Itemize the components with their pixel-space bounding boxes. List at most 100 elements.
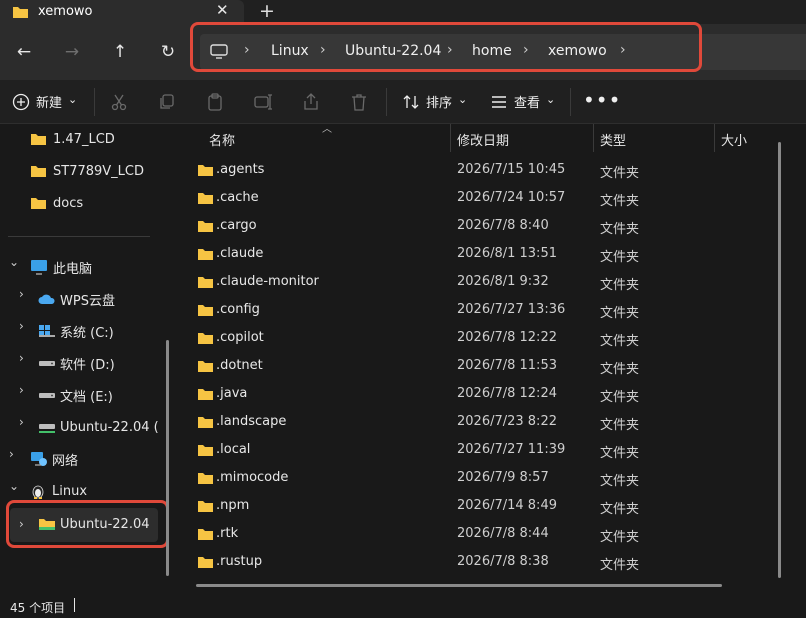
cut-icon[interactable]: [109, 92, 129, 112]
tab-strip: xemowo ✕ +: [0, 0, 806, 24]
folder-icon: [198, 361, 213, 372]
column-divider[interactable]: [593, 124, 594, 152]
delete-icon[interactable]: [349, 92, 369, 112]
sidebar-item-wps-cloud[interactable]: WPS云盘: [38, 285, 115, 313]
file-row[interactable]: .rustup 2026/7/8 8:38 文件夹: [178, 548, 778, 576]
quick-access-st7789v-lcd[interactable]: ST7789V_LCD: [30, 157, 144, 185]
file-row[interactable]: .java 2026/7/8 12:24 文件夹: [178, 380, 778, 408]
folder-icon: [198, 389, 213, 400]
sidebar-item-drive-d[interactable]: 软件 (D:): [38, 349, 115, 377]
navigation-pane: 1.47_LCD ST7789V_LCD docs ⌄ 此电脑 › WPS云盘 …: [0, 124, 178, 594]
view-button[interactable]: 查看 ⌄: [490, 92, 555, 111]
column-header-name[interactable]: 名称: [209, 130, 235, 149]
highlight-box-sidebar: [6, 500, 169, 548]
expand-chevron-icon[interactable]: ›: [19, 351, 24, 365]
sidebar-item-drive-e[interactable]: 文档 (E:): [38, 381, 113, 409]
file-name: .copilot: [216, 330, 264, 345]
sidebar-item-label: WPS云盘: [60, 293, 115, 309]
copy-icon[interactable]: [157, 92, 177, 112]
sidebar-scrollbar[interactable]: [166, 340, 169, 576]
folder-icon: [198, 277, 213, 288]
column-divider[interactable]: [714, 124, 715, 152]
file-row[interactable]: .config 2026/7/27 13:36 文件夹: [178, 296, 778, 324]
close-tab-icon[interactable]: ✕: [216, 1, 229, 19]
file-row[interactable]: .dotnet 2026/7/8 11:53 文件夹: [178, 352, 778, 380]
folder-icon: [198, 305, 213, 316]
expand-chevron-icon[interactable]: ›: [9, 447, 14, 461]
file-row[interactable]: .claude 2026/8/1 13:51 文件夹: [178, 240, 778, 268]
file-date: 2026/7/9 8:57: [457, 470, 549, 485]
file-row[interactable]: .landscape 2026/7/23 8:22 文件夹: [178, 408, 778, 436]
file-type: 文件夹: [600, 502, 640, 517]
expand-chevron-icon[interactable]: ›: [19, 319, 24, 333]
view-label: 查看: [514, 96, 541, 111]
file-date: 2026/8/1 9:32: [457, 274, 549, 289]
horizontal-scrollbar[interactable]: [196, 584, 722, 587]
forward-icon[interactable]: →: [60, 40, 84, 64]
file-row[interactable]: .cargo 2026/7/8 8:40 文件夹: [178, 212, 778, 240]
file-row[interactable]: .cache 2026/7/24 10:57 文件夹: [178, 184, 778, 212]
file-type: 文件夹: [600, 222, 640, 237]
file-date: 2026/8/1 13:51: [457, 246, 557, 261]
expand-chevron-icon[interactable]: ›: [19, 287, 24, 301]
paste-icon[interactable]: [205, 92, 225, 112]
sidebar-item-network[interactable]: 网络: [30, 445, 78, 473]
vertical-scrollbar[interactable]: [778, 142, 781, 578]
collapse-chevron-icon[interactable]: ⌄: [9, 479, 19, 493]
file-name: .claude: [216, 246, 264, 261]
sidebar-item-ubuntu-network-drive[interactable]: Ubuntu-22.04 (\\wsl: [38, 413, 158, 441]
up-icon[interactable]: ↑: [108, 40, 132, 64]
tab-xemowo[interactable]: xemowo ✕: [0, 0, 244, 24]
sidebar-item-label: 文档 (E:): [60, 389, 113, 405]
file-row[interactable]: .claude-monitor 2026/8/1 9:32 文件夹: [178, 268, 778, 296]
back-icon[interactable]: ←: [12, 40, 36, 64]
expand-chevron-icon[interactable]: ›: [19, 383, 24, 397]
collapse-chevron-icon[interactable]: ⌄: [9, 255, 19, 269]
tux-icon: [32, 485, 44, 499]
column-divider[interactable]: [450, 124, 451, 152]
network-drive-icon: [39, 424, 55, 433]
tab-title: xemowo: [38, 4, 93, 19]
sidebar-item-label: docs: [53, 195, 84, 211]
item-count: 45 个项目: [10, 601, 66, 615]
file-row[interactable]: .rtk 2026/7/8 8:44 文件夹: [178, 520, 778, 548]
folder-icon: [198, 417, 213, 428]
file-date: 2026/7/14 8:49: [457, 498, 557, 513]
file-type: 文件夹: [600, 418, 640, 433]
more-options-button[interactable]: •••: [583, 88, 621, 112]
new-tab-button[interactable]: +: [259, 0, 275, 22]
file-date: 2026/7/8 8:44: [457, 526, 549, 541]
file-name: .claude-monitor: [216, 274, 319, 289]
file-name: .npm: [216, 498, 250, 513]
file-type: 文件夹: [600, 474, 640, 489]
file-date: 2026/7/27 13:36: [457, 302, 566, 317]
file-name: .local: [216, 442, 251, 457]
column-header-size[interactable]: 大小: [721, 130, 747, 149]
file-date: 2026/7/23 8:22: [457, 414, 557, 429]
folder-icon: [31, 134, 46, 145]
refresh-icon[interactable]: ↻: [156, 40, 180, 64]
share-icon[interactable]: [301, 92, 321, 112]
quick-access-docs[interactable]: docs: [30, 189, 83, 217]
file-row[interactable]: .mimocode 2026/7/9 8:57 文件夹: [178, 464, 778, 492]
new-button[interactable]: 新建 ⌄: [12, 92, 77, 111]
file-row[interactable]: .agents 2026/7/15 10:45 文件夹: [178, 156, 778, 184]
file-row[interactable]: .local 2026/7/27 11:39 文件夹: [178, 436, 778, 464]
sidebar-item-label: 1.47_LCD: [53, 131, 115, 147]
expand-chevron-icon[interactable]: ›: [19, 415, 24, 429]
file-name: .agents: [216, 162, 265, 177]
rename-icon[interactable]: [253, 92, 273, 112]
quick-access-1-47-lcd[interactable]: 1.47_LCD: [30, 125, 115, 153]
file-type: 文件夹: [600, 530, 640, 545]
column-header-date[interactable]: 修改日期: [457, 130, 509, 149]
sidebar-item-this-pc[interactable]: 此电脑: [30, 253, 92, 281]
column-header-type[interactable]: 类型: [600, 130, 626, 149]
file-row[interactable]: .copilot 2026/7/8 12:22 文件夹: [178, 324, 778, 352]
file-name: .dotnet: [216, 358, 263, 373]
file-date: 2026/7/8 12:24: [457, 386, 557, 401]
file-date: 2026/7/8 8:38: [457, 554, 549, 569]
file-date: 2026/7/27 11:39: [457, 442, 566, 457]
sidebar-item-drive-c[interactable]: 系统 (C:): [38, 317, 114, 345]
sort-button[interactable]: 排序 ⌄: [402, 92, 467, 111]
file-row[interactable]: .npm 2026/7/14 8:49 文件夹: [178, 492, 778, 520]
